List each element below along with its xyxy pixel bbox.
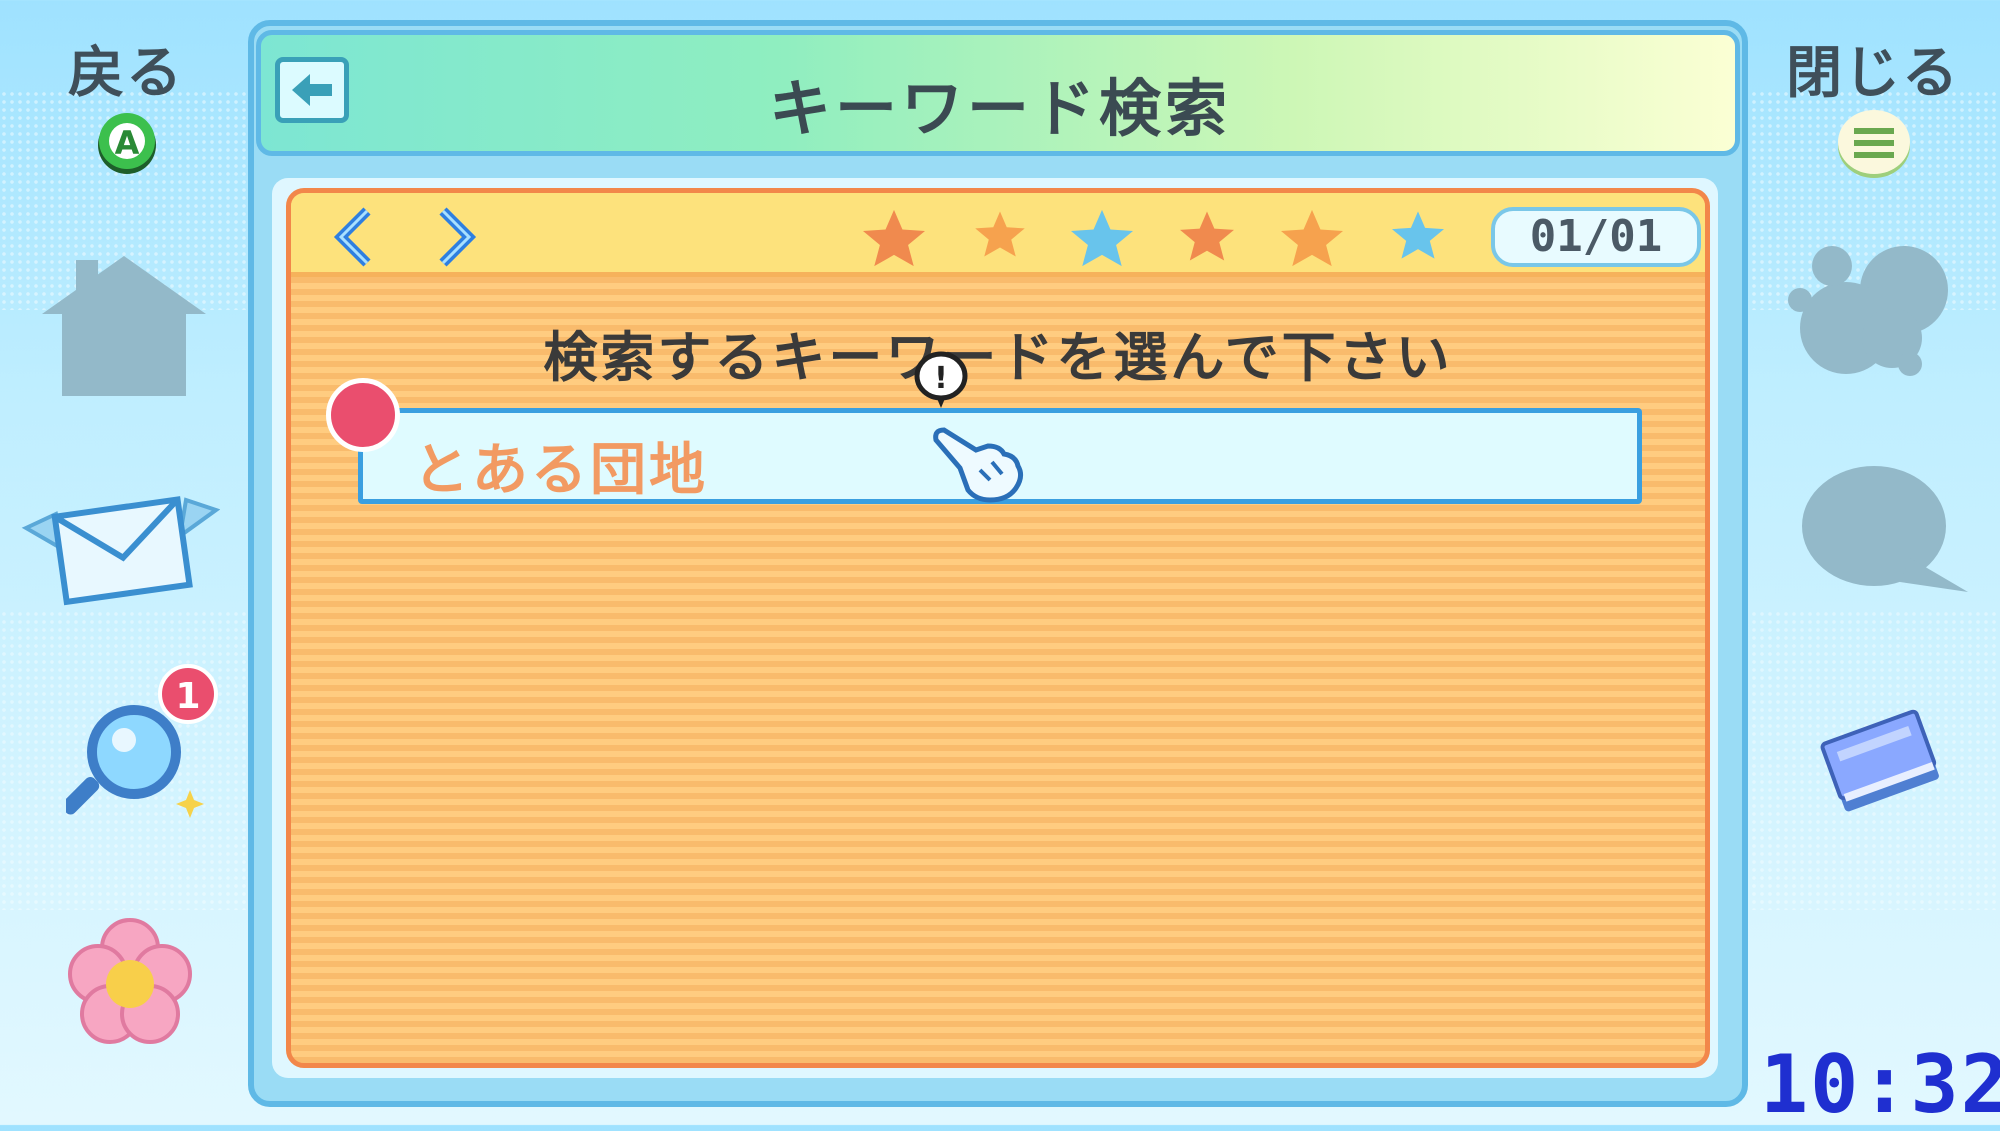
previous-page-arrow-icon[interactable] bbox=[327, 207, 387, 267]
svg-text:!: ! bbox=[934, 361, 948, 396]
panel-toolbar: 01/01 bbox=[291, 193, 1705, 277]
instruction-text: 検索するキーワードを選んで下さい bbox=[543, 326, 1453, 389]
page-counter: 01/01 bbox=[1491, 207, 1701, 267]
speech-bubble-icon[interactable] bbox=[1800, 462, 1970, 602]
mail-icon[interactable] bbox=[20, 480, 220, 610]
star-icon bbox=[1281, 209, 1343, 267]
keyword-label: とある団地 bbox=[413, 438, 708, 503]
window-title: キーワード検索 bbox=[768, 72, 1231, 145]
star-icon bbox=[1071, 209, 1133, 267]
new-keyword-marker bbox=[326, 378, 400, 452]
pointer-hand-icon bbox=[933, 427, 1024, 503]
star-icon bbox=[975, 211, 1025, 257]
book-icon[interactable] bbox=[1810, 690, 1946, 818]
keyword-panel: 01/01 検索するキーワードを選んで下さい bbox=[286, 188, 1710, 1068]
next-page-arrow-icon[interactable] bbox=[423, 207, 483, 267]
thought-bubble-icon[interactable] bbox=[1780, 236, 1956, 382]
star-icon bbox=[1392, 211, 1444, 259]
flower-icon[interactable] bbox=[66, 918, 194, 1046]
notification-badge: 1 bbox=[158, 664, 218, 724]
alert-bubble-icon: ! bbox=[912, 350, 970, 412]
star-icon bbox=[863, 209, 925, 267]
star-icon bbox=[1180, 211, 1234, 261]
house-icon[interactable] bbox=[36, 250, 212, 400]
clock: 10:32 bbox=[1760, 1038, 2000, 1131]
